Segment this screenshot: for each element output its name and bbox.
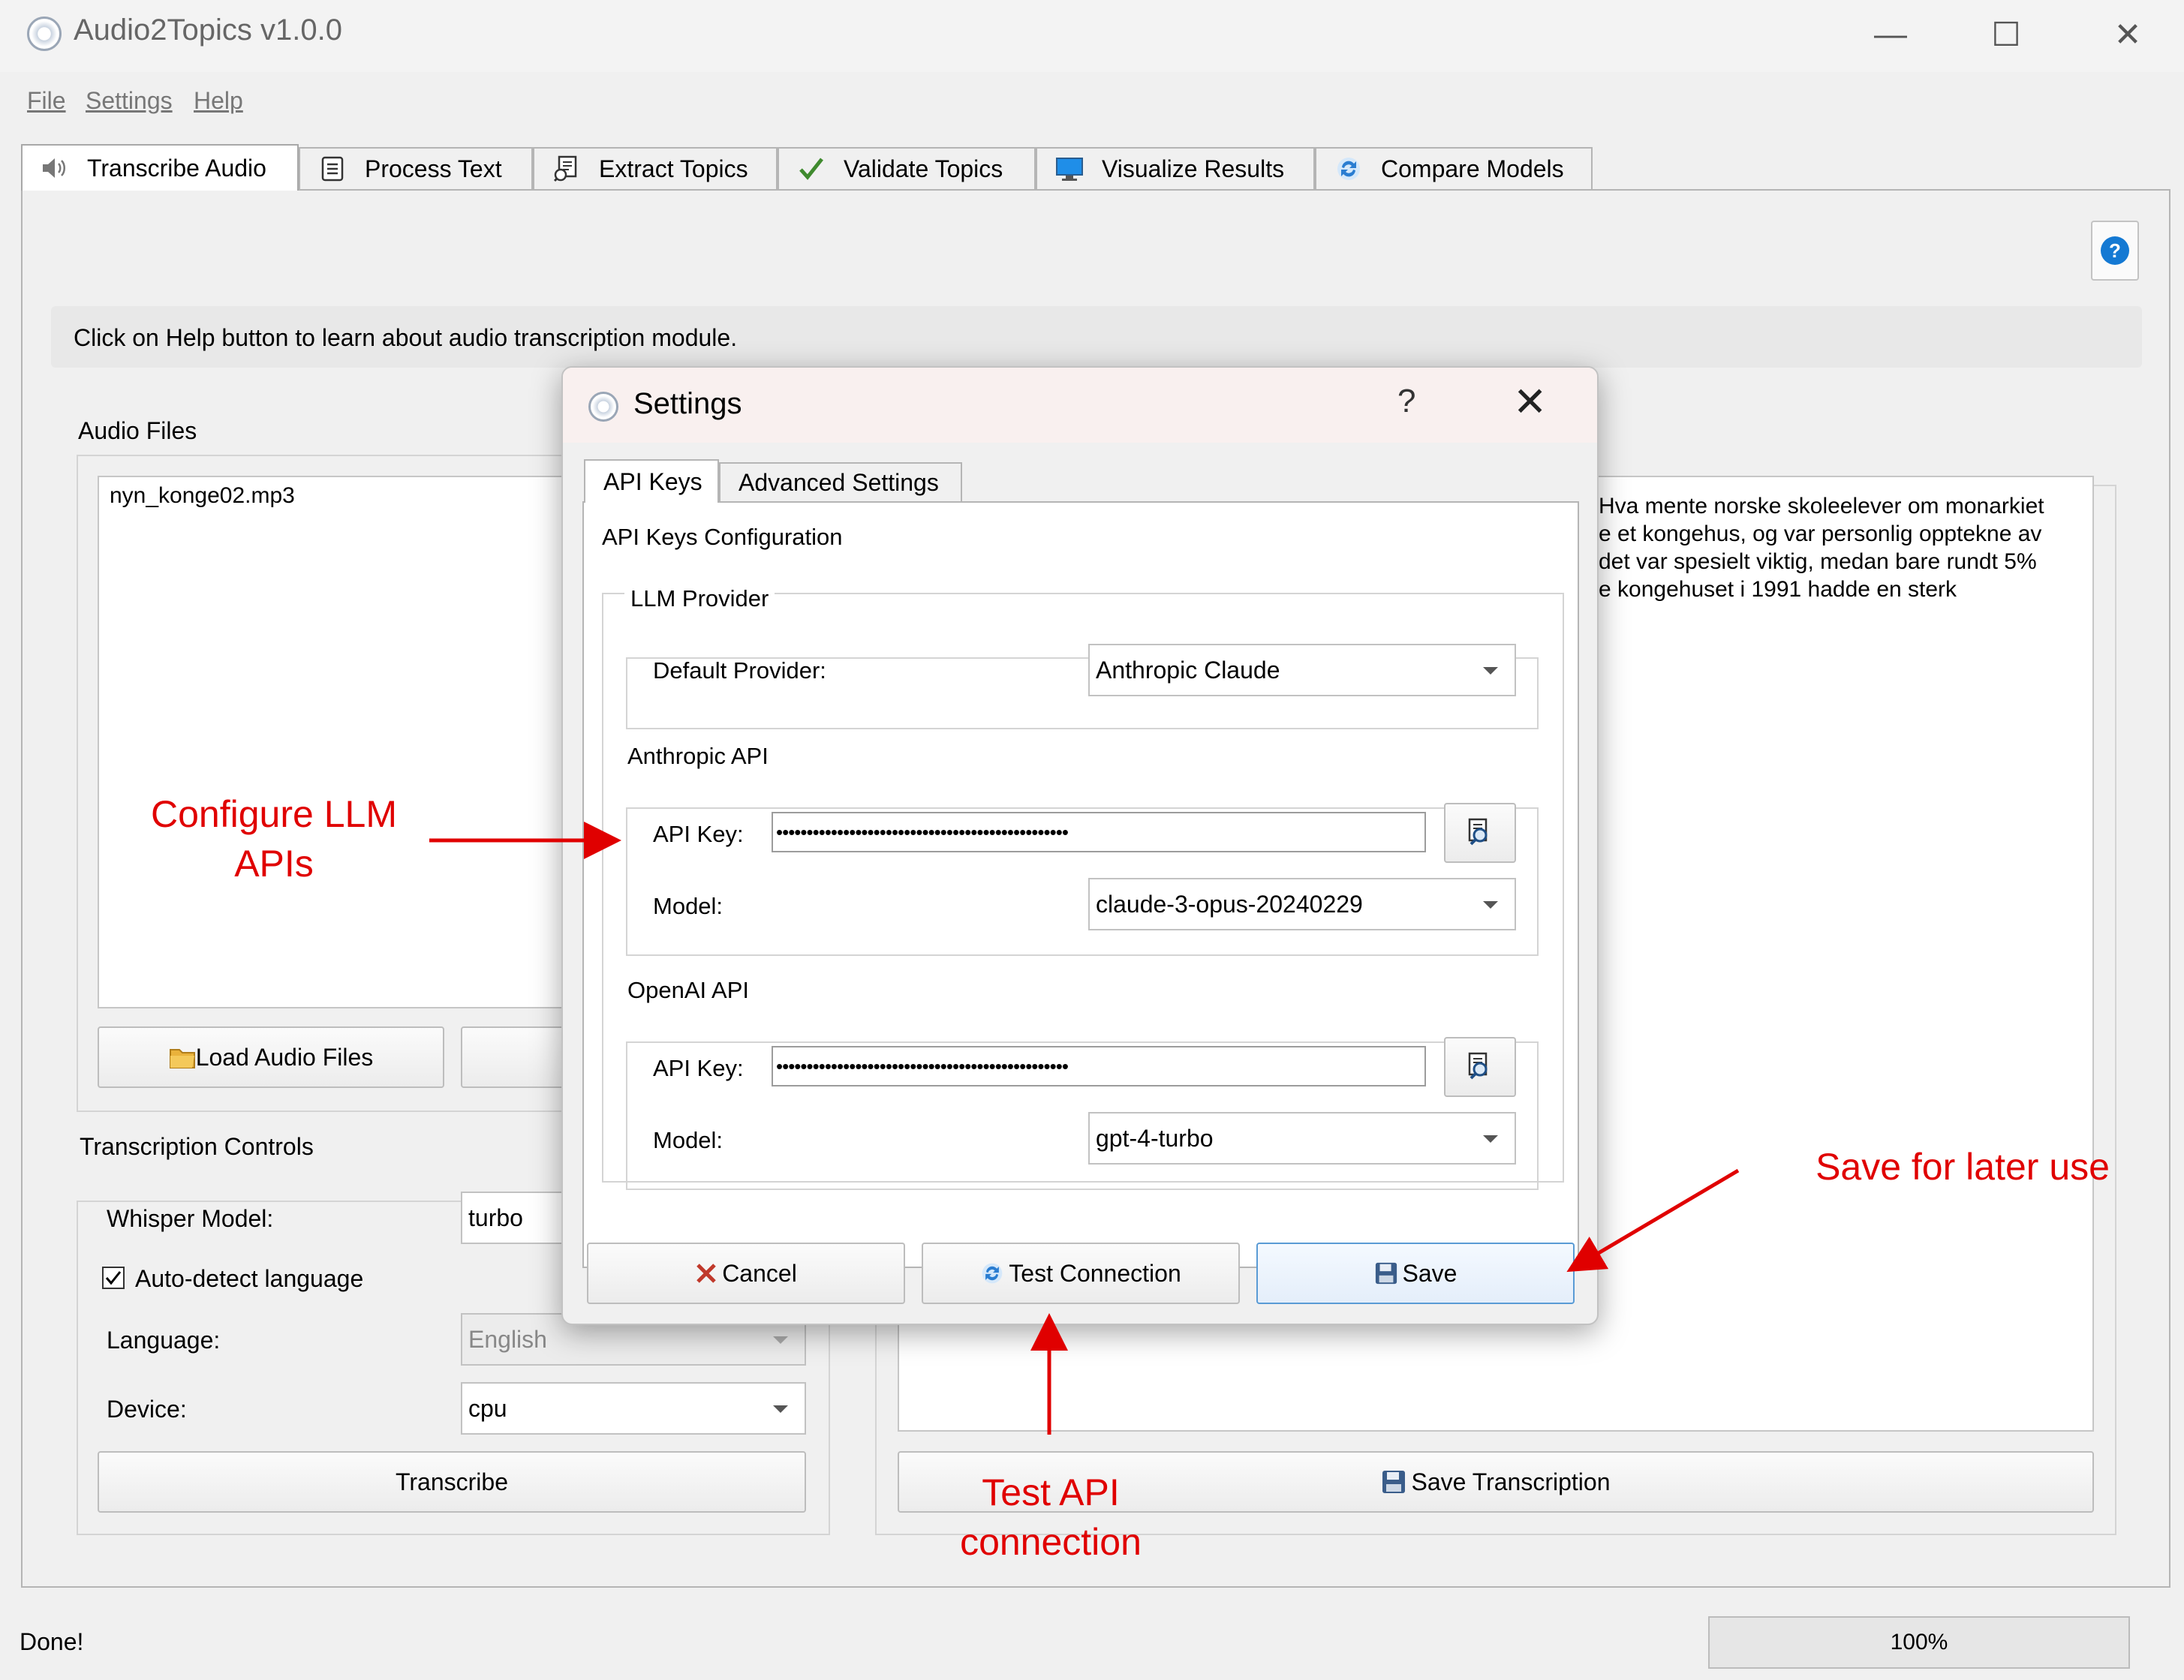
annotation-arrows [429, 822, 1740, 1435]
app-window: Audio2Topics v1.0.0 — ☐ ✕ File Settings … [0, 0, 2184, 1680]
arrow-to-save [1566, 1168, 1740, 1273]
